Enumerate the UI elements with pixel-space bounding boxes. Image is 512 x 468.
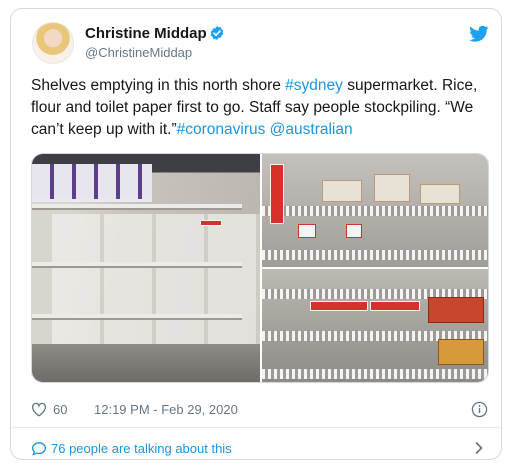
info-icon[interactable] [471, 401, 488, 418]
floor [32, 344, 260, 382]
promo-strip [370, 301, 420, 311]
author-handle[interactable]: @ChristineMiddap [85, 45, 192, 60]
price-tag [298, 224, 316, 238]
tweet-card: Christine Middap @ChristineMiddap Shelve… [10, 8, 502, 460]
tweet-text-part: Shelves emptying in this north shore [31, 77, 286, 94]
price-sign [270, 164, 284, 224]
shelf-edge [32, 262, 242, 268]
wire-shelf [262, 250, 488, 260]
product-boxes [428, 297, 484, 323]
twitter-bird-icon[interactable] [469, 25, 489, 43]
hashtag-coronavirus[interactable]: #coronavirus [177, 121, 266, 138]
chevron-right-icon[interactable] [473, 441, 485, 455]
promo-strip [310, 301, 368, 311]
price-tag [200, 220, 222, 226]
divider [11, 427, 501, 428]
price-tag [346, 224, 362, 238]
rice-bag [322, 180, 362, 202]
verified-badge-icon [210, 26, 224, 40]
photo-grid [31, 153, 489, 383]
heart-icon[interactable] [31, 402, 47, 417]
author-name[interactable]: Christine Middap [85, 25, 207, 42]
shelf-edge [32, 204, 242, 210]
product-boxes [438, 339, 484, 365]
speech-bubble-icon[interactable] [31, 441, 47, 456]
toilet-paper-packs [32, 164, 152, 202]
rice-bag [374, 174, 410, 202]
photo-rice-shelves[interactable] [262, 154, 488, 267]
avatar[interactable] [32, 22, 74, 64]
conversation-link[interactable]: 76 people are talking about this [51, 441, 232, 456]
shelf-edge [32, 314, 242, 320]
photo-empty-aisle[interactable] [32, 154, 260, 382]
mention-australian[interactable]: @australian [270, 121, 353, 138]
hashtag-sydney[interactable]: #sydney [285, 77, 343, 94]
like-count[interactable]: 60 [53, 402, 67, 417]
timestamp[interactable]: 12:19 PM - Feb 29, 2020 [94, 402, 238, 417]
photo-empty-lower-shelves[interactable] [262, 269, 488, 382]
wire-shelf [262, 206, 488, 216]
rice-bag [420, 184, 460, 204]
wire-shelf [262, 369, 488, 379]
tweet-text: Shelves emptying in this north shore #sy… [31, 75, 493, 141]
